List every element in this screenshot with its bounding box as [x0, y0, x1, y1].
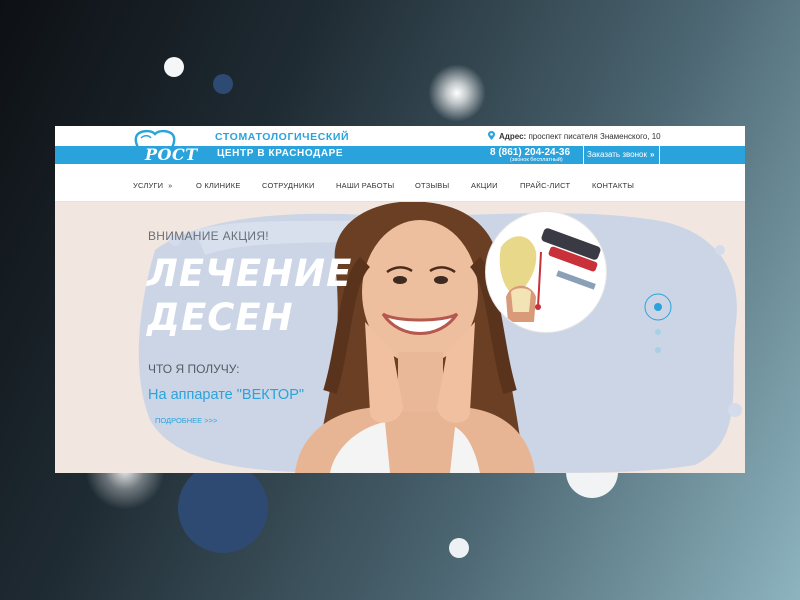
bokeh-glow: [428, 64, 486, 122]
address-label: Адрес:: [499, 132, 527, 141]
slider-dot-icon[interactable]: [655, 329, 661, 335]
logo-text[interactable]: РОСТ: [145, 145, 198, 164]
hero-banner: Внимание акция! Лечение десен Что я полу…: [55, 202, 745, 473]
nav-item-about[interactable]: О клинике: [196, 181, 241, 190]
tagline-top: стоматологический: [215, 131, 350, 143]
promo-label: Внимание акция!: [148, 229, 269, 243]
chevron-right-icon: »: [649, 150, 655, 159]
nav-item-pricelist[interactable]: Прайс-лист: [520, 181, 570, 190]
bokeh-circle: [178, 463, 268, 553]
bokeh-circle: [164, 57, 184, 77]
slider-pagination: [644, 293, 672, 353]
website-preview: РОСТ стоматологический центр в Краснодар…: [55, 126, 745, 473]
main-nav: Услуги » О клинике Сотрудники Наши работы…: [55, 166, 745, 202]
nav-item-services[interactable]: Услуги »: [133, 181, 172, 190]
nav-item-staff[interactable]: Сотрудники: [262, 181, 315, 190]
tagline-bottom: центр в Краснодаре: [217, 148, 344, 159]
more-link[interactable]: подробнее >>>: [155, 416, 217, 425]
location-pin-icon: [488, 131, 495, 140]
callback-label: Заказать звонок: [587, 150, 647, 159]
slider-dot-icon[interactable]: [655, 347, 661, 353]
callback-button[interactable]: Заказать звонок»: [583, 146, 660, 164]
bokeh-circle: [449, 538, 469, 558]
site-header: РОСТ стоматологический центр в Краснодар…: [55, 126, 745, 166]
benefit-question: Что я получу:: [148, 362, 240, 376]
nav-item-label: Услуги: [133, 181, 164, 190]
bokeh-circle: [213, 74, 233, 94]
tooth-device-image: [488, 214, 604, 330]
nav-item-reviews[interactable]: Отзывы: [415, 181, 449, 190]
device-illustration: [486, 212, 606, 332]
hero-headline: Лечение десен: [147, 252, 352, 340]
phone-note: (звонок бесплатный): [510, 157, 563, 163]
nav-item-contacts[interactable]: Контакты: [592, 181, 634, 190]
nav-item-promotions[interactable]: Акции: [471, 181, 498, 190]
headline-line-2: десен: [147, 296, 294, 339]
chevron-down-icon: »: [168, 183, 173, 190]
device-text: На аппарате "ВЕКТОР": [148, 387, 305, 403]
address-value: проспект писателя Знаменского, 10: [528, 132, 661, 141]
nav-item-works[interactable]: Наши работы: [336, 181, 394, 190]
headline-line-1: Лечение: [147, 252, 353, 295]
address: Адрес: проспект писателя Знаменского, 10: [488, 131, 661, 141]
